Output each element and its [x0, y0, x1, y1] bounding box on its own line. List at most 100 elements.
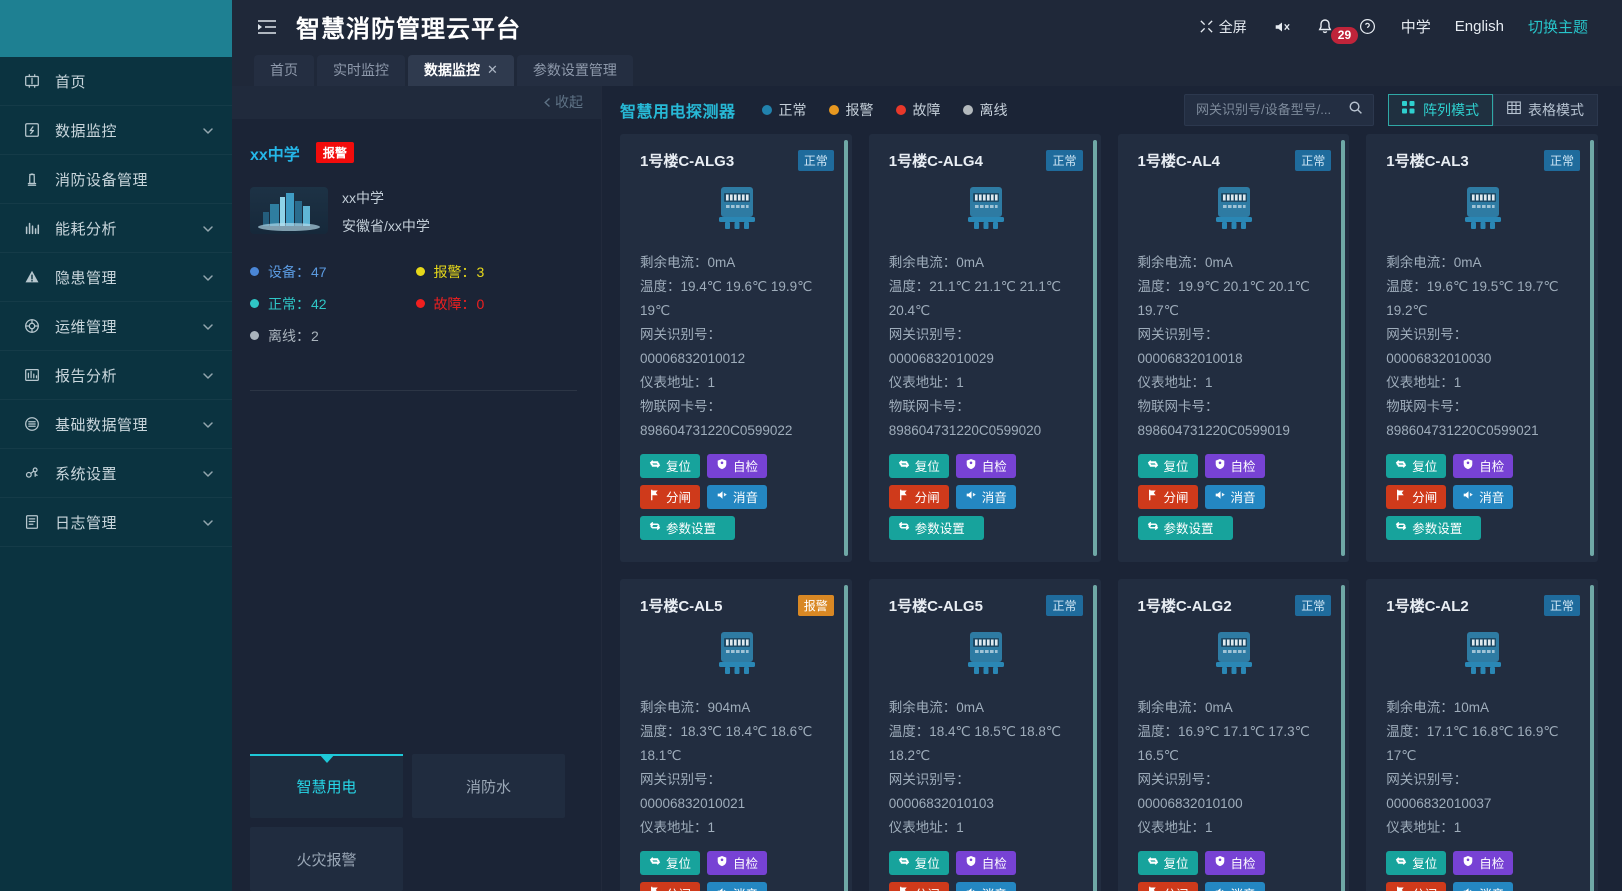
card-scrollbar[interactable]: [1092, 584, 1097, 891]
chevron-down-icon[interactable]: [202, 467, 214, 479]
card-button-trip[interactable]: 分闸: [1386, 881, 1447, 891]
search-icon[interactable]: [1348, 100, 1364, 120]
menu-collapse-icon[interactable]: [256, 17, 278, 37]
tab-2[interactable]: 实时监控: [317, 54, 405, 86]
system-tile-2[interactable]: 消防水: [412, 754, 565, 818]
chevron-down-icon[interactable]: [202, 516, 214, 528]
card-scrollbar[interactable]: [1341, 584, 1346, 891]
sidebar-item-5[interactable]: 隐患管理: [0, 253, 232, 302]
card-button-trip[interactable]: 分闸: [1137, 881, 1198, 891]
chevron-down-icon[interactable]: [202, 418, 214, 430]
device-card[interactable]: 1号楼C-ALG2 正常 剩余电流：0mA 温度：16.9℃ 17.1℃ 17.3℃ …: [1117, 578, 1350, 891]
notifications-button[interactable]: 29: [1304, 18, 1359, 45]
card-button-self_check[interactable]: 自检: [707, 453, 768, 478]
sidebar-item-3[interactable]: 消防设备管理: [0, 155, 232, 204]
card-button-mute[interactable]: 消音: [1204, 484, 1265, 509]
sidebar-item-1[interactable]: 首页: [0, 57, 232, 106]
card-current-label: 剩余电流：: [1386, 254, 1454, 270]
card-button-mute[interactable]: 消音: [707, 484, 768, 509]
card-scrollbar[interactable]: [1341, 139, 1346, 556]
org-summary: xx中学 安徽省/xx中学: [250, 186, 581, 236]
card-button-self_check[interactable]: 自检: [1204, 453, 1265, 478]
device-card[interactable]: 1号楼C-AL3 正常 剩余电流：0mA 温度：19.6℃ 19.5℃ 19.7℃ 1…: [1366, 133, 1598, 562]
collapse-button[interactable]: 收起: [543, 92, 583, 112]
card-button-mute[interactable]: 消音: [1453, 881, 1514, 891]
sidebar-item-4[interactable]: 能耗分析: [0, 204, 232, 253]
card-button-reset[interactable]: 复位: [1137, 850, 1198, 875]
search-input[interactable]: [1196, 102, 1348, 118]
card-scrollbar[interactable]: [843, 584, 848, 891]
card-iot-label: 物联网卡号：: [1386, 398, 1468, 414]
chevron-down-icon[interactable]: [202, 369, 214, 381]
card-button-mute[interactable]: 消音: [955, 484, 1016, 509]
cards-scroll-area[interactable]: 1号楼C-ALG3 正常 剩余电流：0mA 温度：19.4℃ 19.6℃ 19.9℃ …: [602, 133, 1622, 891]
mute-button[interactable]: [1260, 19, 1304, 35]
card-button-self_check[interactable]: 自检: [1453, 453, 1514, 478]
card-scrollbar[interactable]: [1092, 139, 1097, 556]
fullscreen-button[interactable]: 全屏: [1186, 17, 1260, 37]
device-card[interactable]: 1号楼C-AL5 报警 剩余电流：904mA 温度：18.3℃ 18.4℃ 18.6℃…: [620, 578, 852, 891]
sidebar-item-2[interactable]: 数据监控: [0, 106, 232, 155]
device-card[interactable]: 1号楼C-ALG4 正常 剩余电流：0mA 温度：21.1℃ 21.1℃ 21.1℃ …: [868, 133, 1101, 562]
card-button-self_check[interactable]: 自检: [1453, 850, 1514, 875]
search-box[interactable]: [1184, 93, 1374, 126]
device-card[interactable]: 1号楼C-ALG3 正常 剩余电流：0mA 温度：19.4℃ 19.6℃ 19.9℃ …: [620, 133, 852, 562]
card-button-mute[interactable]: 消音: [707, 881, 768, 891]
card-button-trip[interactable]: 分闸: [1386, 484, 1447, 509]
chevron-down-icon[interactable]: [202, 124, 214, 136]
card-button-trip[interactable]: 分闸: [888, 484, 949, 509]
card-button-self_check[interactable]: 自检: [1204, 850, 1265, 875]
card-button-trip[interactable]: 分闸: [1137, 484, 1198, 509]
chevron-down-icon[interactable]: [202, 320, 214, 332]
card-scrollbar[interactable]: [1590, 139, 1594, 556]
card-button-self_check[interactable]: 自检: [955, 850, 1016, 875]
user-menu[interactable]: 中学: [1389, 16, 1443, 37]
card-button-trip[interactable]: 分闸: [640, 881, 701, 891]
org-title-row: xx中学 报警: [250, 141, 581, 165]
chevron-down-icon[interactable]: [202, 271, 214, 283]
sidebar-item-8[interactable]: 基础数据管理: [0, 400, 232, 449]
language-switch[interactable]: English: [1443, 18, 1516, 35]
system-tile-3[interactable]: 火灾报警: [250, 827, 403, 891]
card-button-reset[interactable]: 复位: [888, 453, 949, 478]
tab-3[interactable]: 数据监控 ✕: [408, 54, 514, 86]
card-button-reset[interactable]: 复位: [1386, 850, 1447, 875]
view-mode-2[interactable]: 表格模式: [1493, 93, 1598, 126]
view-mode-1[interactable]: 阵列模式: [1388, 93, 1493, 126]
card-button-params[interactable]: 参数设置: [1137, 515, 1233, 540]
card-button-params[interactable]: 参数设置: [888, 515, 984, 540]
help-button[interactable]: [1346, 18, 1389, 35]
close-icon[interactable]: ✕: [487, 62, 498, 78]
sidebar-item-7[interactable]: 报告分析: [0, 351, 232, 400]
card-button-mute[interactable]: 消音: [1204, 881, 1265, 891]
card-gateway-value: 00006832010103: [888, 795, 994, 811]
card-button-mute[interactable]: 消音: [1453, 484, 1514, 509]
org-title[interactable]: xx中学: [250, 141, 300, 165]
device-card[interactable]: 1号楼C-AL4 正常 剩余电流：0mA 温度：19.9℃ 20.1℃ 20.1℃ 1…: [1117, 133, 1350, 562]
card-button-reset[interactable]: 复位: [888, 850, 949, 875]
card-scrollbar[interactable]: [843, 139, 848, 556]
card-button-mute[interactable]: 消音: [955, 881, 1016, 891]
card-scrollbar[interactable]: [1590, 584, 1594, 891]
theme-switch[interactable]: 切换主题: [1516, 16, 1600, 37]
card-button-self_check[interactable]: 自检: [955, 453, 1016, 478]
card-button-reset[interactable]: 复位: [1386, 453, 1447, 478]
card-button-trip[interactable]: 分闸: [640, 484, 701, 509]
card-button-reset[interactable]: 复位: [1137, 453, 1198, 478]
card-button-params[interactable]: 参数设置: [1386, 515, 1482, 540]
card-button-reset[interactable]: 复位: [640, 453, 701, 478]
card-button-trip[interactable]: 分闸: [888, 881, 949, 891]
tab-4[interactable]: 参数设置管理: [516, 54, 633, 86]
sidebar-item-6[interactable]: 运维管理: [0, 302, 232, 351]
device-card[interactable]: 1号楼C-ALG5 正常 剩余电流：0mA 温度：18.4℃ 18.5℃ 18.8℃ …: [868, 578, 1101, 891]
tab-1[interactable]: 首页: [254, 54, 314, 86]
chevron-down-icon[interactable]: [202, 222, 214, 234]
sidebar-item-10[interactable]: 日志管理: [0, 498, 232, 547]
card-button-params[interactable]: 参数设置: [640, 515, 735, 540]
card-gateway-label: 网关识别号：: [640, 326, 721, 342]
sidebar-item-9[interactable]: 系统设置: [0, 449, 232, 498]
card-button-reset[interactable]: 复位: [640, 850, 701, 875]
device-card[interactable]: 1号楼C-AL2 正常 剩余电流：10mA 温度：17.1℃ 16.8℃ 16.9℃ …: [1366, 578, 1598, 891]
card-button-self_check[interactable]: 自检: [707, 850, 768, 875]
system-tile-1[interactable]: 智慧用电: [250, 754, 403, 818]
